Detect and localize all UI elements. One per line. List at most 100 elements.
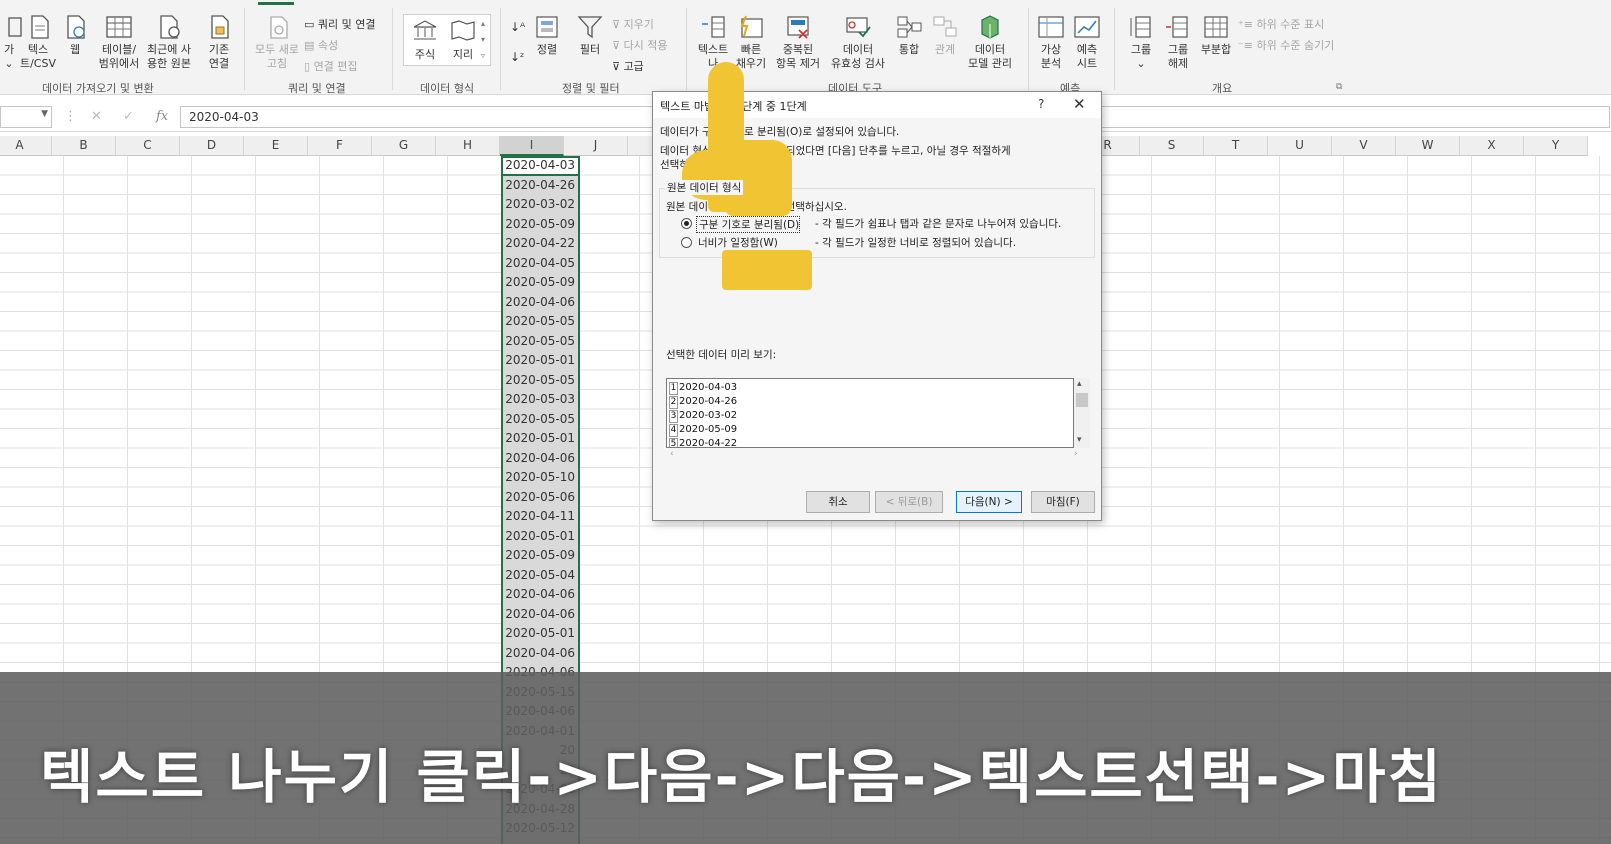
cell-i[interactable]: 2020-04-06	[503, 585, 578, 605]
hide-detail-button[interactable]: ⁻≡ 하위 수준 숨기기	[1238, 37, 1334, 53]
flash-fill-button[interactable]: 빠른 채우기	[733, 14, 769, 71]
cell-i[interactable]: 2020-04-26	[503, 176, 578, 196]
cell-i[interactable]: 2020-04-06	[503, 293, 578, 313]
cell-i[interactable]: 2020-05-05	[503, 332, 578, 352]
column-header-t[interactable]: T	[1204, 136, 1268, 156]
cell-i[interactable]: 2020-05-09	[503, 273, 578, 293]
confirm-entry-icon[interactable]: ✓	[123, 109, 134, 124]
cell-i[interactable]: 2020-05-05	[503, 410, 578, 430]
ungroup-button[interactable]: 그룹 해제	[1160, 14, 1196, 71]
column-header-h[interactable]: H	[436, 136, 500, 156]
column-header-c[interactable]: C	[116, 136, 180, 156]
close-icon[interactable]: ✕	[1073, 95, 1086, 113]
column-header-s[interactable]: S	[1140, 136, 1204, 156]
column-header-a[interactable]: A	[0, 136, 52, 156]
recent-sources-button[interactable]: 최근에 사 용한 원본	[142, 14, 196, 71]
cell-i[interactable]: 2020-05-04	[503, 566, 578, 586]
stocks-button[interactable]: 주식	[406, 19, 444, 62]
cell-i[interactable]: 2020-05-03	[503, 390, 578, 410]
manage-data-model-button[interactable]: 데이터 모델 관리	[962, 14, 1018, 71]
cell-i[interactable]: 2020-04-05	[503, 254, 578, 274]
scroll-thumb[interactable]	[1076, 393, 1088, 407]
cell-i[interactable]: 2020-05-09	[503, 215, 578, 235]
insert-function-icon[interactable]: fx	[156, 109, 168, 124]
cancel-entry-icon[interactable]: ✕	[91, 109, 102, 124]
next-button[interactable]: 다음(N) >	[956, 491, 1022, 513]
column-header-f[interactable]: F	[308, 136, 372, 156]
column-header-y[interactable]: Y	[1524, 136, 1588, 156]
data-preview[interactable]: 1 2020-04-03 2 2020-04-26 3 2020-03-02 4 2020-0…	[666, 378, 1074, 448]
existing-connections-button[interactable]: 기존 연결	[202, 14, 236, 71]
remove-duplicates-button[interactable]: 중복된 항목 제거	[770, 14, 826, 71]
consolidate-button[interactable]: 통합	[892, 14, 926, 57]
column-header-v[interactable]: V	[1332, 136, 1396, 156]
fixed-width-label[interactable]: 너비가 일정함(W)	[698, 235, 798, 250]
finish-button[interactable]: 마침(F)	[1031, 491, 1095, 513]
cell-i[interactable]: 2020-04-03	[503, 156, 578, 176]
sort-button[interactable]: 정렬	[530, 14, 564, 57]
sort-ascending-icon[interactable]: ↓ᴬ	[510, 20, 525, 34]
advanced-filter-button[interactable]: ⊽ 고급	[612, 58, 644, 74]
subtotal-button[interactable]: 부분합	[1196, 14, 1236, 57]
relationships-button[interactable]: 관계	[928, 14, 962, 57]
filter-button[interactable]: 필터	[573, 14, 607, 57]
cell-i[interactable]: 2020-05-05	[503, 371, 578, 391]
scroll-left-icon[interactable]: ‹	[670, 449, 674, 459]
what-if-analysis-button[interactable]: 가상 분석	[1034, 14, 1068, 71]
column-header-i[interactable]: I	[500, 136, 564, 156]
back-button[interactable]: < 뒤로(B)	[875, 491, 943, 513]
preview-vertical-scrollbar[interactable]: ▴ ▾	[1074, 378, 1090, 448]
clear-filter-button[interactable]: ⊽ 지우기	[612, 16, 654, 32]
scroll-up-icon[interactable]: ▴	[1077, 379, 1082, 389]
column-header-x[interactable]: X	[1460, 136, 1524, 156]
gallery-scroll[interactable]: ▴ ▾ ▿	[478, 16, 488, 64]
column-header-j[interactable]: J	[564, 136, 628, 156]
column-header-u[interactable]: U	[1268, 136, 1332, 156]
name-box-dropdown-icon[interactable]: ▼	[41, 109, 48, 119]
edit-links-button[interactable]: ▯ 연결 편집	[304, 58, 358, 74]
cell-i[interactable]: 2020-03-02	[503, 195, 578, 215]
refresh-all-button[interactable]: 모두 새로 고침	[254, 14, 300, 71]
geography-button[interactable]: 지리	[444, 19, 482, 62]
cell-i[interactable]: 2020-04-11	[503, 507, 578, 527]
column-header-w[interactable]: W	[1396, 136, 1460, 156]
cancel-button[interactable]: 취소	[806, 491, 870, 513]
cell-i[interactable]: 2020-05-01	[503, 351, 578, 371]
cell-i[interactable]: 2020-05-09	[503, 546, 578, 566]
reapply-button[interactable]: ⊽ 다시 적용	[612, 37, 668, 53]
cell-i[interactable]: 2020-05-10	[503, 468, 578, 488]
cell-i[interactable]: 2020-04-06	[503, 605, 578, 625]
from-web-button[interactable]: 웹	[60, 14, 90, 57]
from-table-range-button[interactable]: 테이블/ 범위에서	[96, 14, 142, 71]
cell-i[interactable]: 2020-05-01	[503, 527, 578, 547]
cell-i[interactable]: 2020-05-05	[503, 312, 578, 332]
from-text-csv-button[interactable]: 텍스 트/CSV	[18, 14, 58, 71]
data-validation-button[interactable]: 데이터 유효성 검사	[826, 14, 890, 71]
forecast-sheet-button[interactable]: 예측 시트	[1070, 14, 1104, 71]
help-button[interactable]: ?	[1038, 97, 1044, 111]
scroll-down-icon[interactable]: ▾	[1077, 435, 1082, 445]
cell-i[interactable]: 2020-04-06	[503, 644, 578, 664]
preview-horizontal-scrollbar[interactable]: ‹ ›	[666, 448, 1090, 462]
scroll-right-icon[interactable]: ›	[1074, 449, 1078, 459]
column-header-d[interactable]: D	[180, 136, 244, 156]
group-button[interactable]: 그룹 ⌄	[1124, 14, 1158, 71]
show-detail-button[interactable]: ⁺≡ 하위 수준 표시	[1238, 16, 1324, 32]
get-data-button[interactable]: 가 ⌄	[0, 14, 22, 71]
delimited-label[interactable]: 구분 기호로 분리됨(D)	[696, 216, 800, 233]
cell-i[interactable]: 2020-05-01	[503, 624, 578, 644]
column-header-g[interactable]: G	[372, 136, 436, 156]
cell-i[interactable]: 2020-04-06	[503, 449, 578, 469]
column-header-e[interactable]: E	[244, 136, 308, 156]
fixed-width-radio[interactable]	[681, 237, 692, 248]
delimited-radio[interactable]	[681, 218, 692, 229]
cell-i[interactable]: 2020-05-06	[503, 488, 578, 508]
properties-button[interactable]: ▤ 속성	[304, 37, 338, 53]
cell-i[interactable]: 2020-05-01	[503, 429, 578, 449]
dialog-launcher-icon[interactable]: ⧉	[1336, 82, 1342, 92]
column-header-b[interactable]: B	[52, 136, 116, 156]
sort-descending-icon[interactable]: ↓ᶻ	[510, 50, 524, 64]
name-box[interactable]: ▼	[0, 106, 52, 128]
queries-connections-button[interactable]: ▭ 쿼리 및 연결	[304, 16, 375, 32]
cell-i[interactable]: 2020-04-22	[503, 234, 578, 254]
